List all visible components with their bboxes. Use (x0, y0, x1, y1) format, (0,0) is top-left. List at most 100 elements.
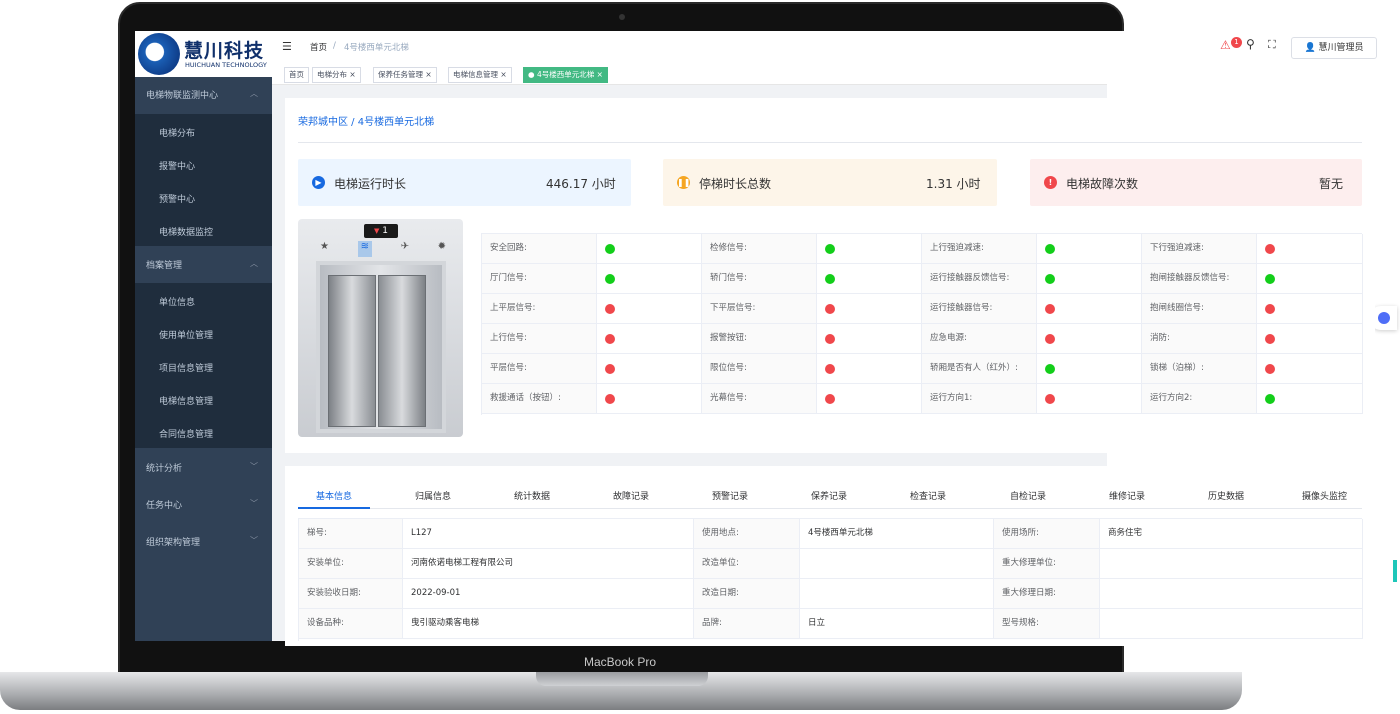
sidebar-item-project-info[interactable]: 项目信息管理 (159, 361, 213, 374)
sidebar-item-elevator-info[interactable]: 电梯信息管理 (159, 394, 213, 407)
tab-6[interactable]: 检查记录 (910, 489, 946, 502)
sidebar-group-label: 统计分析 (146, 464, 183, 474)
sidebar-item-alarm-center[interactable]: 报警中心 (159, 159, 195, 172)
signal-label: 报警按钮: (702, 324, 817, 354)
notification-badge: 1 (1231, 37, 1242, 48)
sidebar-group-org[interactable]: 组织架构管理 ﹀ (135, 535, 272, 555)
signal-label: 安全回路: (482, 234, 597, 264)
breadcrumb-separator: / (333, 41, 336, 51)
close-icon[interactable]: × (349, 70, 355, 79)
sidebar-group-label: 电梯物联监测中心 (146, 91, 219, 101)
sidebar-group-monitor[interactable]: 电梯物联监测中心 ︿ (135, 88, 272, 108)
tag-elevator-info[interactable]: 电梯信息管理 × (448, 67, 512, 83)
stat-label: 电梯故障次数 (1066, 177, 1139, 191)
stat-fault-count: ! 电梯故障次数 暂无 (1030, 159, 1362, 206)
tag-home[interactable]: 首页 (284, 67, 309, 83)
status-dot-icon (605, 334, 615, 344)
fullscreen-icon[interactable]: ⛶ (1268, 38, 1276, 52)
pause-icon: ❚❚ (677, 176, 691, 189)
logo-mark-icon (138, 33, 180, 75)
close-icon[interactable]: × (500, 70, 506, 79)
tab-7[interactable]: 自检记录 (1010, 489, 1046, 502)
status-dot-icon (1045, 244, 1055, 254)
signal-value-cell (1037, 324, 1142, 354)
info-value: 2022-09-01 (403, 579, 694, 609)
info-label: 重大修理单位: (994, 549, 1100, 579)
sidebar-item-user-unit[interactable]: 使用单位管理 (159, 328, 213, 341)
stat-value: 446.17 小时 (546, 177, 616, 191)
signal-value-cell (817, 354, 922, 384)
sidebar-group-tasks[interactable]: 任务中心 ﹀ (135, 498, 272, 518)
tab-1[interactable]: 归属信息 (415, 489, 451, 502)
user-menu-button[interactable]: 👤 慧川管理员 (1291, 37, 1377, 59)
tab-2[interactable]: 统计数据 (514, 489, 550, 502)
laptop-notch (536, 672, 708, 686)
tag-distribution[interactable]: 电梯分布 × (312, 67, 361, 83)
signal-value-cell (817, 384, 922, 414)
sidebar-group-archive[interactable]: 档案管理 ︿ (135, 258, 272, 278)
stat-label: 停梯时长总数 (699, 177, 772, 191)
alert-triangle-icon[interactable]: ⚠ (1220, 38, 1231, 52)
tab-9[interactable]: 历史数据 (1208, 489, 1244, 502)
tag-current-elevator[interactable]: ● 4号楼西单元北梯 × (523, 67, 608, 83)
sidebar-item-contract-info[interactable]: 合同信息管理 (159, 427, 213, 440)
brand-name: 慧川科技 (184, 40, 265, 62)
sidebar-item-warning-center[interactable]: 预警中心 (159, 192, 195, 205)
tab-0[interactable]: 基本信息 (316, 489, 352, 502)
status-dot-icon (1265, 394, 1275, 404)
sidebar-item-unit-info[interactable]: 单位信息 (159, 295, 195, 308)
tab-3[interactable]: 故障记录 (613, 489, 649, 502)
status-dot-icon (605, 244, 615, 254)
status-dot-icon (605, 304, 615, 314)
close-icon[interactable]: × (597, 70, 603, 79)
tab-10[interactable]: 摄像头监控 (1302, 489, 1347, 502)
signal-value-cell (1037, 234, 1142, 264)
signal-value-cell (597, 354, 702, 384)
sidebar-group-stats[interactable]: 统计分析 ﹀ (135, 461, 272, 481)
info-value (1100, 609, 1363, 639)
stat-label: 电梯运行时长 (334, 177, 407, 191)
signal-label: 锁梯（泊梯）: (1142, 354, 1257, 384)
elevator-door-left (328, 275, 376, 427)
signal-label: 限位信号: (702, 354, 817, 384)
info-value: 4号楼西单元北梯 (800, 519, 994, 549)
tab-5[interactable]: 保养记录 (811, 489, 847, 502)
status-dot-icon (1045, 304, 1055, 314)
scrollbar-thumb[interactable] (1393, 560, 1397, 582)
search-icon[interactable]: ⚲ (1246, 37, 1255, 51)
signal-value-cell (1257, 324, 1363, 354)
play-icon: ▶ (312, 176, 325, 189)
divider (298, 142, 1362, 143)
sidebar-group-label: 任务中心 (146, 501, 183, 511)
info-label: 品牌: (694, 609, 800, 639)
status-dot-icon (825, 304, 835, 314)
elevator-frame (316, 261, 446, 433)
info-value: L127 (403, 519, 694, 549)
signal-value-cell (597, 234, 702, 264)
stat-value: 暂无 (1319, 177, 1344, 191)
tab-4[interactable]: 预警记录 (712, 489, 748, 502)
close-icon[interactable]: × (425, 70, 431, 79)
info-value (1100, 579, 1363, 609)
info-label: 改造单位: (694, 549, 800, 579)
hamburger-icon[interactable]: ☰ (282, 40, 292, 53)
info-value: 日立 (800, 609, 994, 639)
fan-icon: ✈ (400, 241, 409, 252)
sidebar-item-data-monitor[interactable]: 电梯数据监控 (159, 225, 213, 238)
stat-stop-time: ❚❚ 停梯时长总数 1.31 小时 (663, 159, 997, 206)
signal-value-cell (1037, 264, 1142, 294)
info-label: 使用地点: (694, 519, 800, 549)
tab-8[interactable]: 维修记录 (1109, 489, 1145, 502)
submenu-archive: 单位信息 使用单位管理 项目信息管理 电梯信息管理 合同信息管理 (135, 283, 272, 448)
signal-label: 平层信号: (482, 354, 597, 384)
info-value (1100, 549, 1363, 579)
tag-maintenance[interactable]: 保养任务管理 × (373, 67, 437, 83)
sidebar-item-elevator-distribution[interactable]: 电梯分布 (159, 126, 195, 139)
star-icon: ★ (320, 241, 329, 252)
info-value: 曳引驱动乘客电梯 (403, 609, 694, 639)
status-dot-icon (1265, 304, 1275, 314)
status-dot-icon (605, 394, 615, 404)
tag-label: 4号楼西单元北梯 (536, 70, 595, 79)
status-dot-icon (605, 274, 615, 284)
breadcrumb-home[interactable]: 首页 (310, 41, 327, 53)
